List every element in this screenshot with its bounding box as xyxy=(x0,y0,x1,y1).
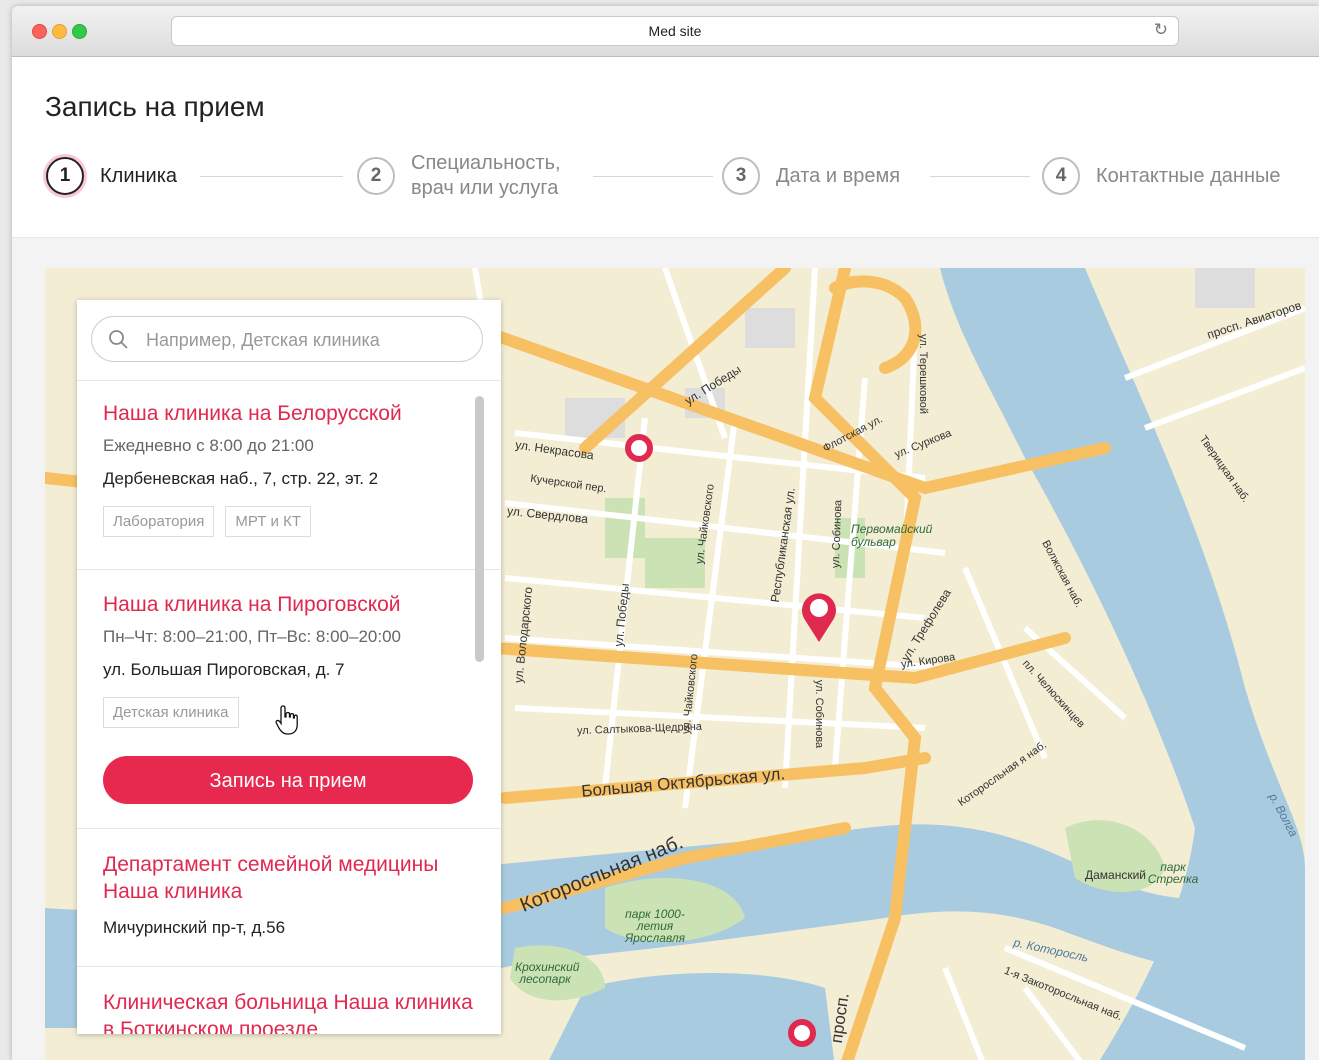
step-label: Контактные данные xyxy=(1096,164,1281,187)
clinic-tag[interactable]: Детская клиника xyxy=(103,697,239,728)
step-number: 4 xyxy=(1042,157,1080,195)
step-label: Специальность, врач или услуга xyxy=(411,152,561,199)
search-box[interactable] xyxy=(91,316,483,362)
step-label: Клиника xyxy=(100,163,186,189)
address-bar-title: Med site xyxy=(648,23,702,39)
divider xyxy=(77,380,501,381)
clinic-marker-dot[interactable] xyxy=(622,431,656,465)
reload-icon[interactable]: ↻ xyxy=(1154,20,1168,40)
map-label: парк 1000-летия Ярославля xyxy=(624,907,685,945)
book-appointment-button[interactable]: Запись на прием xyxy=(103,756,473,804)
step-connector xyxy=(200,176,343,177)
step-clinic[interactable]: 1 Клиника xyxy=(46,154,186,198)
browser-titlebar: Med site ↻ xyxy=(12,6,1319,57)
step-number: 3 xyxy=(722,157,760,195)
clinic-address: Дербеневская наб., 7, стр. 22, эт. 2 xyxy=(103,469,379,488)
clinic-name[interactable]: Клиническая больница Наша клиника в Ботк… xyxy=(103,989,473,1034)
panel-scrollbar[interactable] xyxy=(475,396,484,662)
map-label: ул. Собинова xyxy=(813,679,826,749)
clinic-tags: Лаборатория МРТ и КТ xyxy=(103,506,473,537)
clinic-name[interactable]: Департамент семейной медицины Наша клини… xyxy=(103,851,473,905)
step-connector xyxy=(593,176,713,177)
divider xyxy=(77,966,501,967)
map-label: Даманский xyxy=(1085,868,1147,882)
step-number: 1 xyxy=(46,157,84,195)
step-label: Дата и время xyxy=(776,164,901,187)
search-input[interactable] xyxy=(144,325,468,355)
clinic-address: ул. Большая Пироговская, д. 7 xyxy=(103,660,345,679)
search-icon xyxy=(109,330,128,349)
map-label: ул. Терешковой xyxy=(917,333,930,415)
clinic-name[interactable]: Наша клиника на Пироговской xyxy=(103,591,473,618)
clinic-hours: Пн–Чт: 8:00–21:00, Пт–Вс: 8:00–20:00 xyxy=(103,627,401,646)
step-connector xyxy=(930,176,1030,177)
clinic-tag[interactable]: Лаборатория xyxy=(103,506,215,537)
step-datetime[interactable]: 3 Дата и время xyxy=(722,154,900,198)
page-title: Запись на прием xyxy=(45,91,265,122)
map-label: Первомайский бульвар xyxy=(851,522,933,549)
divider xyxy=(77,569,501,570)
page-header: Запись на прием 1 Клиника 2 Специальност… xyxy=(12,57,1319,238)
minimize-window-button[interactable] xyxy=(52,24,67,39)
clinic-marker-pin[interactable] xyxy=(797,588,841,644)
maximize-window-button[interactable] xyxy=(72,24,87,39)
map-label: Крохинский лесопарк xyxy=(515,960,580,986)
map-label: ул. Собинова xyxy=(829,499,845,569)
clinic-item[interactable]: Департамент семейной медицины Наша клини… xyxy=(103,851,473,938)
clinic-name[interactable]: Наша клиника на Белорусской xyxy=(103,400,473,427)
clinic-list-panel: Наша клиника на Белорусской Ежедневно с … xyxy=(77,300,501,1034)
clinic-item[interactable]: Наша клиника на Белорусской Ежедневно с … xyxy=(103,400,473,537)
step-contacts[interactable]: 4 Контактные данные xyxy=(1042,154,1281,198)
step-specialty[interactable]: 2 Специальность, врач или услуга xyxy=(357,152,561,199)
step-number: 2 xyxy=(357,157,395,195)
map-label: парк Стрелка xyxy=(1147,860,1199,886)
divider xyxy=(77,828,501,829)
clinic-tag[interactable]: МРТ и КТ xyxy=(225,506,311,537)
clinic-item[interactable]: Клиническая больница Наша клиника в Ботк… xyxy=(103,989,473,1034)
clinic-marker-dot[interactable] xyxy=(785,1016,819,1050)
clinic-hours: Ежедневно с 8:00 до 21:00 xyxy=(103,436,314,455)
hand-cursor-icon xyxy=(275,705,298,735)
address-bar[interactable]: Med site ↻ xyxy=(172,17,1178,45)
clinic-address: Мичуринский пр-т, д.56 xyxy=(103,918,286,937)
close-window-button[interactable] xyxy=(32,24,47,39)
